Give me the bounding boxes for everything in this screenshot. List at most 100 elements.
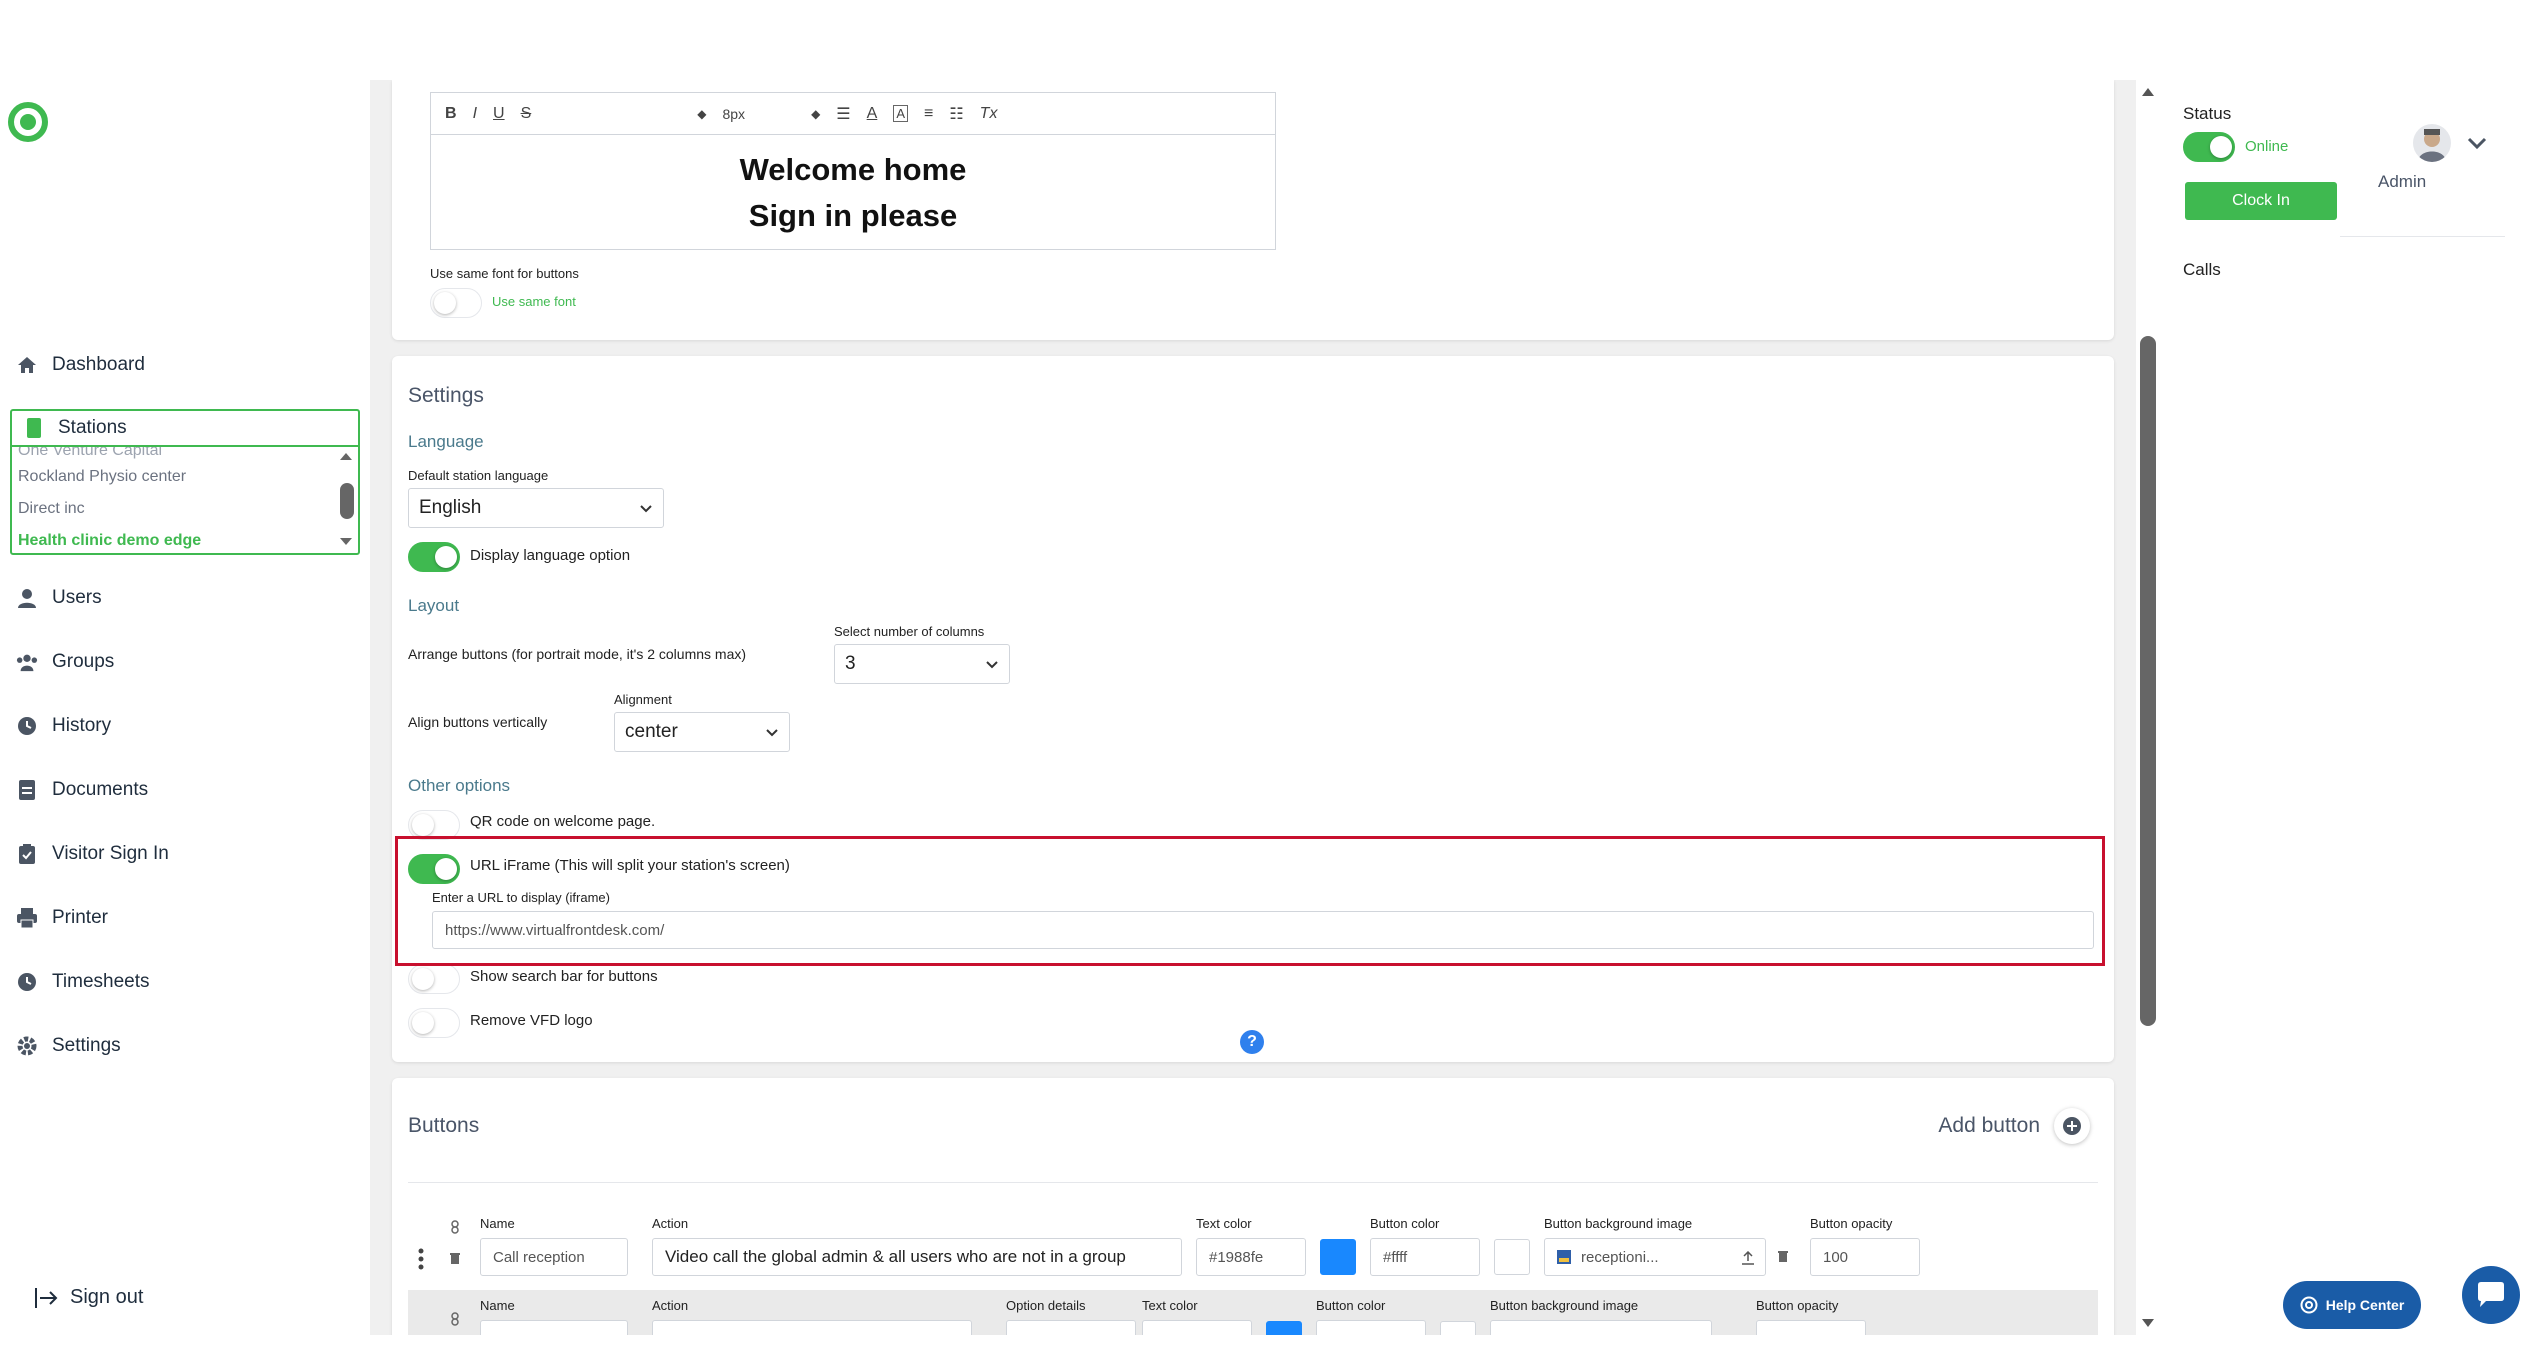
- clear-format-icon[interactable]: Tx: [980, 105, 998, 123]
- display-language-toggle[interactable]: [408, 542, 460, 572]
- alignment-label: Alignment: [614, 692, 672, 707]
- use-same-font-heading: Use same font for buttons: [430, 266, 579, 281]
- button-row: Name Action Option details Text color Bu…: [408, 1290, 2098, 1335]
- alignment-select[interactable]: center: [614, 712, 790, 752]
- chat-button[interactable]: [2462, 1266, 2520, 1324]
- align-icon[interactable]: ☰: [836, 104, 850, 124]
- button-color-input[interactable]: [1316, 1320, 1426, 1335]
- nav-stations-label: Stations: [58, 417, 127, 438]
- underline-icon[interactable]: U: [493, 105, 505, 123]
- bold-icon[interactable]: B: [445, 105, 457, 123]
- name-label: Name: [480, 1298, 515, 1313]
- highlight-color-icon[interactable]: A: [893, 105, 908, 122]
- nav-settings[interactable]: Settings: [16, 1026, 121, 1066]
- font-family-picker-icon[interactable]: ◆: [697, 107, 706, 121]
- opacity-label: Button opacity: [1810, 1216, 1893, 1231]
- app-logo[interactable]: [8, 102, 48, 142]
- upload-icon[interactable]: [1741, 1251, 1755, 1265]
- nav-documents[interactable]: Documents: [16, 770, 148, 810]
- text-color-icon[interactable]: A: [867, 105, 878, 123]
- clock-in-label: Clock In: [2232, 192, 2290, 209]
- nav-history[interactable]: History: [16, 706, 111, 746]
- welcome-text-card: B I U S ◆ 8px ◆ ☰ A A ≡ ☷ Tx Welcome hom…: [392, 80, 2114, 340]
- nav-dashboard[interactable]: Dashboard: [16, 345, 145, 385]
- bg-image-input[interactable]: [1490, 1320, 1712, 1335]
- trash-icon[interactable]: [450, 1252, 460, 1264]
- sign-out-button[interactable]: Sign out: [34, 1286, 143, 1309]
- bg-image-label: Button background image: [1490, 1298, 1639, 1313]
- stations-scroll-thumb[interactable]: [340, 483, 354, 519]
- stations-list: One Venture Capital Rockland Physio cent…: [12, 447, 358, 553]
- arrange-buttons-label: Arrange buttons (for portrait mode, it's…: [408, 646, 747, 662]
- avatar[interactable]: [2413, 124, 2451, 162]
- font-size-chevron-icon[interactable]: ◆: [811, 107, 820, 121]
- nav-groups[interactable]: Groups: [16, 642, 114, 682]
- opacity-input[interactable]: 100: [1810, 1238, 1920, 1276]
- station-item-active[interactable]: Health clinic demo edge: [18, 525, 358, 553]
- chevron-down-icon: [640, 505, 652, 513]
- use-same-font-toggle[interactable]: [430, 288, 482, 318]
- status-toggle[interactable]: [2183, 132, 2235, 162]
- nav-printer[interactable]: Printer: [16, 898, 108, 938]
- scroll-up-icon[interactable]: [2140, 86, 2156, 98]
- italic-icon[interactable]: I: [473, 105, 477, 123]
- button-color-swatch[interactable]: [1440, 1321, 1476, 1335]
- main-scrollbar[interactable]: [2136, 80, 2160, 1335]
- users-group-icon: [16, 651, 38, 673]
- stations-scrollbar[interactable]: [338, 451, 354, 547]
- button-name-input[interactable]: Call reception: [480, 1238, 628, 1276]
- font-size-picker[interactable]: 8px: [722, 106, 745, 122]
- strike-icon[interactable]: S: [521, 105, 532, 123]
- nav-groups-label: Groups: [52, 651, 115, 672]
- scroll-down-icon[interactable]: [338, 537, 354, 547]
- use-same-font-label: Use same font: [492, 294, 576, 309]
- text-color-swatch[interactable]: [1320, 1239, 1356, 1275]
- opacity-input[interactable]: [1756, 1320, 1866, 1335]
- scroll-up-icon[interactable]: [338, 451, 354, 461]
- add-button[interactable]: Add button: [1938, 1108, 2090, 1144]
- other-options-title: Other options: [408, 776, 511, 795]
- text-color-swatch[interactable]: [1266, 1321, 1302, 1335]
- help-center-button[interactable]: Help Center: [2283, 1281, 2421, 1329]
- nav-timesheets[interactable]: Timesheets: [16, 962, 150, 1002]
- option-details-input[interactable]: [1006, 1320, 1136, 1335]
- trash-icon[interactable]: [1778, 1250, 1788, 1262]
- text-color-input[interactable]: #1988fe: [1196, 1238, 1306, 1276]
- nav-visitor-sign-in[interactable]: Visitor Sign In: [16, 834, 169, 874]
- rich-text-editor[interactable]: B I U S ◆ 8px ◆ ☰ A A ≡ ☷ Tx Welcome hom…: [430, 92, 1276, 250]
- link-icon[interactable]: [450, 1220, 460, 1234]
- button-color-swatch[interactable]: [1494, 1239, 1530, 1275]
- text-color-input[interactable]: [1142, 1320, 1252, 1335]
- main-scroll-thumb[interactable]: [2140, 336, 2156, 1026]
- button-name-input[interactable]: [480, 1320, 628, 1335]
- chevron-down-icon[interactable]: [2467, 136, 2487, 150]
- editor-body[interactable]: Welcome home Sign in please: [431, 135, 1275, 239]
- nav-users[interactable]: Users: [16, 578, 102, 618]
- nav-users-label: Users: [52, 587, 102, 608]
- nav-settings-label: Settings: [52, 1035, 121, 1056]
- bg-image-input[interactable]: receptioni...: [1544, 1238, 1766, 1276]
- clock-in-button[interactable]: Clock In: [2185, 182, 2337, 220]
- columns-select[interactable]: 3: [834, 644, 1010, 684]
- default-language-select[interactable]: English: [408, 488, 664, 528]
- station-item[interactable]: Rockland Physio center: [18, 461, 358, 493]
- button-action-select[interactable]: Video call the global admin & all users …: [652, 1238, 1182, 1276]
- remove-logo-toggle[interactable]: [408, 1008, 460, 1038]
- button-color-label: Button color: [1316, 1298, 1386, 1313]
- nav-stations[interactable]: Stations: [12, 411, 358, 447]
- drag-handle-icon[interactable]: [418, 1248, 424, 1270]
- scroll-down-icon[interactable]: [2140, 1317, 2156, 1329]
- search-bar-toggle[interactable]: [408, 964, 460, 994]
- station-item[interactable]: One Venture Capital: [18, 447, 358, 461]
- action-label: Action: [652, 1216, 689, 1231]
- station-item[interactable]: Direct inc: [18, 493, 358, 525]
- help-question-icon[interactable]: ?: [1240, 1030, 1264, 1054]
- link-icon[interactable]: [450, 1312, 460, 1326]
- button-action-select[interactable]: [652, 1320, 972, 1335]
- buttons-card: Buttons Add button Name Call reception A…: [392, 1078, 2114, 1335]
- button-color-input[interactable]: #ffff: [1370, 1238, 1480, 1276]
- bullet-list-icon[interactable]: ☷: [949, 104, 963, 124]
- ordered-list-icon[interactable]: ≡: [924, 105, 933, 123]
- align-vertically-label: Align buttons vertically: [408, 714, 548, 730]
- action-label: Action: [652, 1298, 689, 1313]
